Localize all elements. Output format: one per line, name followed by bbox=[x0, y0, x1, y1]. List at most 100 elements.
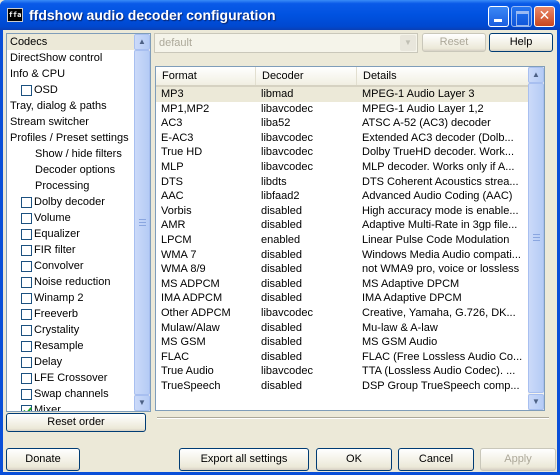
codec-decoder-cell[interactable]: disabled bbox=[256, 321, 356, 336]
sidebar-item[interactable]: Tray, dialog & paths bbox=[7, 98, 134, 114]
sidebar-item[interactable]: Info & CPU bbox=[7, 66, 134, 82]
ok-button[interactable]: OK bbox=[316, 448, 392, 471]
codec-row[interactable]: Vorbis disabled High accuracy mode is enab… bbox=[156, 204, 529, 219]
filter-checkbox[interactable] bbox=[21, 293, 32, 304]
sidebar-item[interactable]: FIR filter bbox=[7, 242, 134, 258]
filter-checkbox[interactable] bbox=[21, 341, 32, 352]
sidebar-item[interactable]: Stream switcher bbox=[7, 114, 134, 130]
scroll-up-arrow-icon[interactable]: ▲ bbox=[528, 67, 544, 83]
codec-decoder-cell[interactable]: disabled bbox=[256, 204, 356, 219]
codec-decoder-cell[interactable]: disabled bbox=[256, 248, 356, 263]
help-button[interactable]: Help bbox=[489, 33, 553, 52]
sidebar-item[interactable]: Delay bbox=[7, 354, 134, 370]
codec-row[interactable]: Mulaw/Alaw disabled Mu-law & A-law bbox=[156, 321, 529, 336]
sidebar-item[interactable]: Noise reduction bbox=[7, 274, 134, 290]
filter-checkbox[interactable] bbox=[21, 277, 32, 288]
scroll-up-arrow-icon[interactable]: ▲ bbox=[134, 34, 150, 50]
column-header-format[interactable]: Format bbox=[156, 67, 256, 85]
reset-order-button[interactable]: Reset order bbox=[6, 413, 146, 432]
export-settings-button[interactable]: Export all settings bbox=[179, 448, 309, 471]
filter-checkbox[interactable] bbox=[21, 229, 32, 240]
minimize-button[interactable] bbox=[488, 6, 509, 27]
codec-row[interactable]: MLP libavcodec MLP decoder. Works only if … bbox=[156, 160, 529, 175]
sidebar-scrollbar[interactable]: ▲ ▼ bbox=[134, 34, 150, 411]
codec-list-scroll-thumb[interactable] bbox=[528, 83, 544, 393]
column-header-decoder[interactable]: Decoder bbox=[256, 67, 357, 85]
filter-checkbox[interactable] bbox=[21, 309, 32, 320]
filter-checkbox[interactable] bbox=[21, 389, 32, 400]
sidebar-item[interactable]: Profiles / Preset settings bbox=[7, 130, 134, 146]
sidebar-item[interactable]: Show / hide filters bbox=[7, 146, 134, 162]
codec-decoder-cell[interactable]: disabled bbox=[256, 291, 356, 306]
sidebar-item[interactable]: Resample bbox=[7, 338, 134, 354]
sidebar-item[interactable]: Crystality bbox=[7, 322, 134, 338]
sidebar-item[interactable]: Dolby decoder bbox=[7, 194, 134, 210]
filter-checkbox[interactable] bbox=[21, 357, 32, 368]
codec-row[interactable]: MP3 libmad MPEG-1 Audio Layer 3 bbox=[156, 87, 529, 102]
codec-decoder-cell[interactable]: libavcodec bbox=[256, 160, 356, 175]
codec-decoder-cell[interactable]: disabled bbox=[256, 277, 356, 292]
codec-row[interactable]: E-AC3 libavcodec Extended AC3 decoder (Dol… bbox=[156, 131, 529, 146]
filter-checkbox[interactable] bbox=[21, 85, 32, 96]
codec-row[interactable]: AC3 liba52 ATSC A-52 (AC3) decoder bbox=[156, 116, 529, 131]
codec-decoder-cell[interactable]: libavcodec bbox=[256, 364, 356, 379]
codec-decoder-cell[interactable]: libfaad2 bbox=[256, 189, 356, 204]
codec-row[interactable]: True Audio libavcodec TTA (Lossless Audio … bbox=[156, 364, 529, 379]
sidebar-item[interactable]: Convolver bbox=[7, 258, 134, 274]
sidebar-item[interactable]: Codecs bbox=[7, 34, 134, 50]
sidebar-item[interactable]: LFE Crossover bbox=[7, 370, 134, 386]
sidebar-item[interactable]: Volume bbox=[7, 210, 134, 226]
codec-row[interactable]: WMA 8/9 disabled not WMA9 pro, voice or lo… bbox=[156, 262, 529, 277]
filter-checkbox[interactable] bbox=[21, 325, 32, 336]
donate-button[interactable]: Donate bbox=[6, 448, 80, 471]
sidebar-item[interactable]: Decoder options bbox=[7, 162, 134, 178]
sidebar-item[interactable]: Winamp 2 bbox=[7, 290, 134, 306]
codec-row[interactable]: MS GSM disabled MS GSM Audio bbox=[156, 335, 529, 350]
cancel-button[interactable]: Cancel bbox=[398, 448, 474, 471]
codec-list-scrollbar[interactable]: ▲ ▼ bbox=[528, 67, 544, 410]
codec-row[interactable]: AMR disabled Adaptive Multi-Rate in 3gp fi… bbox=[156, 218, 529, 233]
codec-decoder-cell[interactable]: disabled bbox=[256, 262, 356, 277]
codec-row[interactable]: MS ADPCM disabled MS Adaptive DPCM bbox=[156, 277, 529, 292]
codec-decoder-cell[interactable]: libmad bbox=[256, 87, 356, 102]
sidebar-item[interactable]: Mixer bbox=[7, 402, 134, 411]
codec-decoder-cell[interactable]: liba52 bbox=[256, 116, 356, 131]
scroll-down-arrow-icon[interactable]: ▼ bbox=[528, 394, 544, 410]
sidebar-item[interactable]: OSD bbox=[7, 82, 134, 98]
codec-decoder-cell[interactable]: disabled bbox=[256, 350, 356, 365]
sidebar-item[interactable]: Processing bbox=[7, 178, 134, 194]
codec-row[interactable]: AAC libfaad2 Advanced Audio Coding (AAC) bbox=[156, 189, 529, 204]
codec-row[interactable]: WMA 7 disabled Windows Media Audio compati… bbox=[156, 248, 529, 263]
codec-decoder-cell[interactable]: disabled bbox=[256, 335, 356, 350]
codec-row[interactable]: TrueSpeech disabled DSP Group TrueSpeech c… bbox=[156, 379, 529, 394]
codec-decoder-cell[interactable]: libdts bbox=[256, 175, 356, 190]
scroll-down-arrow-icon[interactable]: ▼ bbox=[134, 395, 150, 411]
codec-decoder-cell[interactable]: disabled bbox=[256, 379, 356, 394]
settings-page-list[interactable]: Codecs DirectShow control Info & CPU OSD Tra… bbox=[6, 33, 151, 412]
filter-checkbox[interactable] bbox=[21, 373, 32, 384]
filter-checkbox[interactable] bbox=[21, 261, 32, 272]
sidebar-item[interactable]: Freeverb bbox=[7, 306, 134, 322]
filter-checkbox[interactable] bbox=[21, 405, 32, 411]
codec-row[interactable]: LPCM enabled Linear Pulse Code Modulation bbox=[156, 233, 529, 248]
codec-row[interactable]: FLAC disabled FLAC (Free Lossless Audio Co… bbox=[156, 350, 529, 365]
codec-list[interactable]: Format Decoder Details MP3 libmad MPEG-1 A… bbox=[155, 66, 545, 411]
codec-decoder-cell[interactable]: libavcodec bbox=[256, 131, 356, 146]
maximize-button[interactable] bbox=[511, 6, 532, 27]
codec-row[interactable]: IMA ADPCM disabled IMA Adaptive DPCM bbox=[156, 291, 529, 306]
codec-decoder-cell[interactable]: libavcodec bbox=[256, 145, 356, 160]
sidebar-item[interactable]: Swap channels bbox=[7, 386, 134, 402]
filter-checkbox[interactable] bbox=[21, 197, 32, 208]
sidebar-item[interactable]: Equalizer bbox=[7, 226, 134, 242]
codec-decoder-cell[interactable]: enabled bbox=[256, 233, 356, 248]
filter-checkbox[interactable] bbox=[21, 213, 32, 224]
codec-row[interactable]: DTS libdts DTS Coherent Acoustics strea... bbox=[156, 175, 529, 190]
codec-decoder-cell[interactable]: disabled bbox=[256, 218, 356, 233]
codec-row[interactable]: True HD libavcodec Dolby TrueHD decoder. W… bbox=[156, 145, 529, 160]
sidebar-scroll-thumb[interactable] bbox=[134, 50, 150, 395]
codec-decoder-cell[interactable]: libavcodec bbox=[256, 102, 356, 117]
codec-row[interactable]: Other ADPCM libavcodec Creative, Yamaha, G… bbox=[156, 306, 529, 321]
codec-decoder-cell[interactable]: libavcodec bbox=[256, 306, 356, 321]
sidebar-item[interactable]: DirectShow control bbox=[7, 50, 134, 66]
close-button[interactable]: ✕ bbox=[534, 6, 555, 27]
